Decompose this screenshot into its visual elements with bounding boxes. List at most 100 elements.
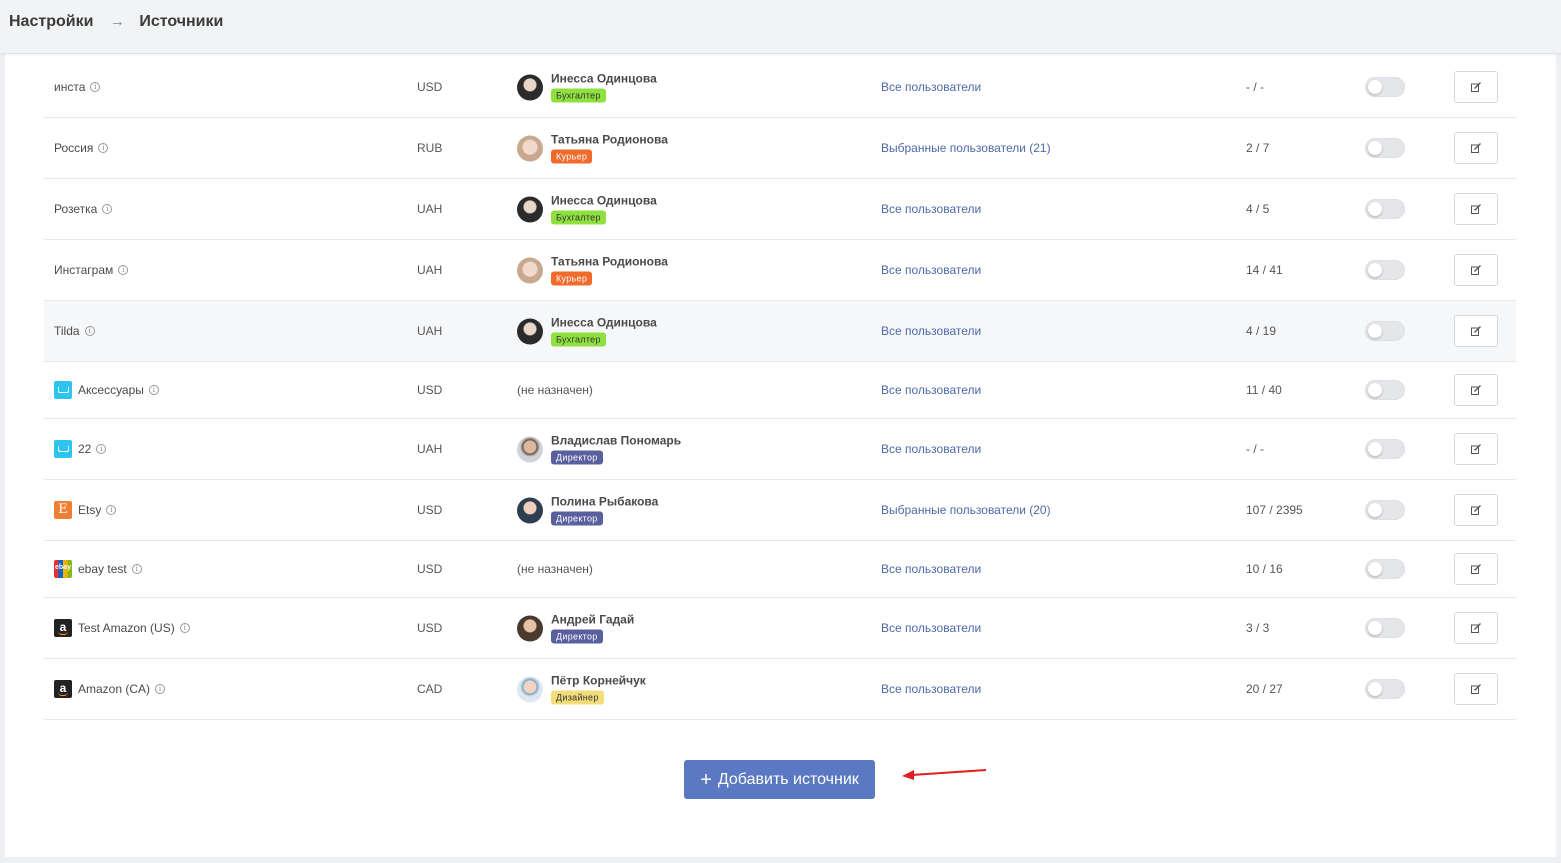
toggle-switch[interactable] <box>1365 439 1405 459</box>
toggle-switch[interactable] <box>1365 679 1405 699</box>
info-icon[interactable]: i <box>179 623 190 633</box>
edit-button[interactable] <box>1454 494 1498 526</box>
avatar <box>517 676 543 702</box>
info-icon[interactable]: i <box>84 326 95 336</box>
add-source-button[interactable]: + Добавить источник <box>684 760 875 799</box>
users-access-link[interactable]: Все пользователи <box>881 80 981 94</box>
info-icon[interactable]: i <box>118 265 129 275</box>
active-toggle[interactable] <box>1365 199 1405 219</box>
source-name: Аксессуары <box>78 383 144 397</box>
active-toggle[interactable] <box>1365 559 1405 579</box>
source-name: Test Amazon (US) <box>78 621 175 635</box>
toggle-switch[interactable] <box>1365 321 1405 341</box>
users-access-link[interactable]: Все пользователи <box>881 263 981 277</box>
edit-button[interactable] <box>1454 433 1498 465</box>
responsible-cell: Владислав Пономарь Директор <box>517 434 681 465</box>
edit-icon <box>1471 326 1481 336</box>
users-access-link[interactable]: Все пользователи <box>881 383 981 397</box>
edit-icon <box>1471 505 1481 515</box>
edit-button[interactable] <box>1454 612 1498 644</box>
toggle-switch[interactable] <box>1365 138 1405 158</box>
users-access-link[interactable]: Все пользователи <box>881 682 981 696</box>
top-bar: Настройки → Источники <box>0 0 1561 54</box>
users-access-link[interactable]: Выбранные пользователи (21) <box>881 141 1051 155</box>
avatar <box>517 318 543 344</box>
edit-button-box[interactable] <box>1454 315 1498 347</box>
role-badge: Директор <box>551 511 603 526</box>
orders-count: 10 / 16 <box>1246 562 1283 576</box>
toggle-switch[interactable] <box>1365 199 1405 219</box>
edit-button-box[interactable] <box>1454 433 1498 465</box>
users-access-link[interactable]: Все пользователи <box>881 442 981 456</box>
users-access-link[interactable]: Все пользователи <box>881 621 981 635</box>
info-icon[interactable]: i <box>90 82 101 92</box>
edit-button[interactable] <box>1454 132 1498 164</box>
orders-count: 14 / 41 <box>1246 263 1283 277</box>
edit-button-box[interactable] <box>1454 71 1498 103</box>
role-badge: Бухгалтер <box>551 210 606 225</box>
info-icon[interactable]: i <box>131 564 142 574</box>
edit-button-box[interactable] <box>1454 193 1498 225</box>
table-row: Розетка i UAH Инесса Одинцова Бухгалтер Все п… <box>44 179 1516 240</box>
active-toggle[interactable] <box>1365 321 1405 341</box>
ebay-icon-text: ebay <box>55 564 71 571</box>
users-access-link[interactable]: Все пользователи <box>881 562 981 576</box>
currency: UAH <box>417 442 443 456</box>
edit-button-box[interactable] <box>1454 254 1498 286</box>
edit-button[interactable] <box>1454 374 1498 406</box>
toggle-switch[interactable] <box>1365 260 1405 280</box>
source-name-cell: Россия i <box>54 141 109 155</box>
currency: UAH <box>417 263 443 277</box>
info-icon[interactable]: i <box>98 143 109 153</box>
active-toggle[interactable] <box>1365 500 1405 520</box>
toggle-switch[interactable] <box>1365 77 1405 97</box>
active-toggle[interactable] <box>1365 679 1405 699</box>
avatar <box>517 257 543 283</box>
edit-button-box[interactable] <box>1454 132 1498 164</box>
avatar <box>517 74 543 100</box>
responsible-name: Татьяна Родионова <box>551 254 668 269</box>
table-row: 22 i UAH Владислав Пономарь Директор Все поль… <box>44 419 1516 480</box>
toggle-switch[interactable] <box>1365 559 1405 579</box>
users-access-link[interactable]: Все пользователи <box>881 202 981 216</box>
edit-button-box[interactable] <box>1454 673 1498 705</box>
info-icon[interactable]: i <box>148 385 159 395</box>
source-name: Россия <box>54 141 94 155</box>
edit-button[interactable] <box>1454 254 1498 286</box>
currency: USD <box>417 503 443 517</box>
active-toggle[interactable] <box>1365 618 1405 638</box>
table-row: Аксессуары i USD (не назначен) Все пользоват… <box>44 362 1516 419</box>
amazon-icon: a <box>54 680 72 698</box>
active-toggle[interactable] <box>1365 77 1405 97</box>
active-toggle[interactable] <box>1365 380 1405 400</box>
edit-button[interactable] <box>1454 193 1498 225</box>
edit-button-box[interactable] <box>1454 553 1498 585</box>
orders-count: 2 / 7 <box>1246 141 1270 155</box>
edit-button-box[interactable] <box>1454 494 1498 526</box>
edit-button[interactable] <box>1454 71 1498 103</box>
edit-button-box[interactable] <box>1454 374 1498 406</box>
users-access-link[interactable]: Выбранные пользователи (20) <box>881 503 1051 517</box>
edit-button[interactable] <box>1454 553 1498 585</box>
toggle-switch[interactable] <box>1365 380 1405 400</box>
info-icon[interactable]: i <box>155 684 166 694</box>
table-row: E Etsy i USD Полина Рыбакова Директор Выбранны… <box>44 480 1516 541</box>
breadcrumb-settings[interactable]: Настройки <box>9 13 93 30</box>
edit-button[interactable] <box>1454 673 1498 705</box>
source-name-cell: E Etsy i <box>54 501 117 519</box>
edit-icon <box>1471 204 1481 214</box>
active-toggle[interactable] <box>1365 138 1405 158</box>
role-badge: Директор <box>551 629 603 644</box>
active-toggle[interactable] <box>1365 260 1405 280</box>
toggle-switch[interactable] <box>1365 500 1405 520</box>
info-icon[interactable]: i <box>102 204 113 214</box>
toggle-switch[interactable] <box>1365 618 1405 638</box>
users-access-link[interactable]: Все пользователи <box>881 324 981 338</box>
edit-button-box[interactable] <box>1454 612 1498 644</box>
info-icon[interactable]: i <box>106 505 117 515</box>
edit-button[interactable] <box>1454 315 1498 347</box>
info-icon[interactable]: i <box>96 444 107 454</box>
edit-icon <box>1471 684 1481 694</box>
active-toggle[interactable] <box>1365 439 1405 459</box>
avatar <box>517 135 543 161</box>
